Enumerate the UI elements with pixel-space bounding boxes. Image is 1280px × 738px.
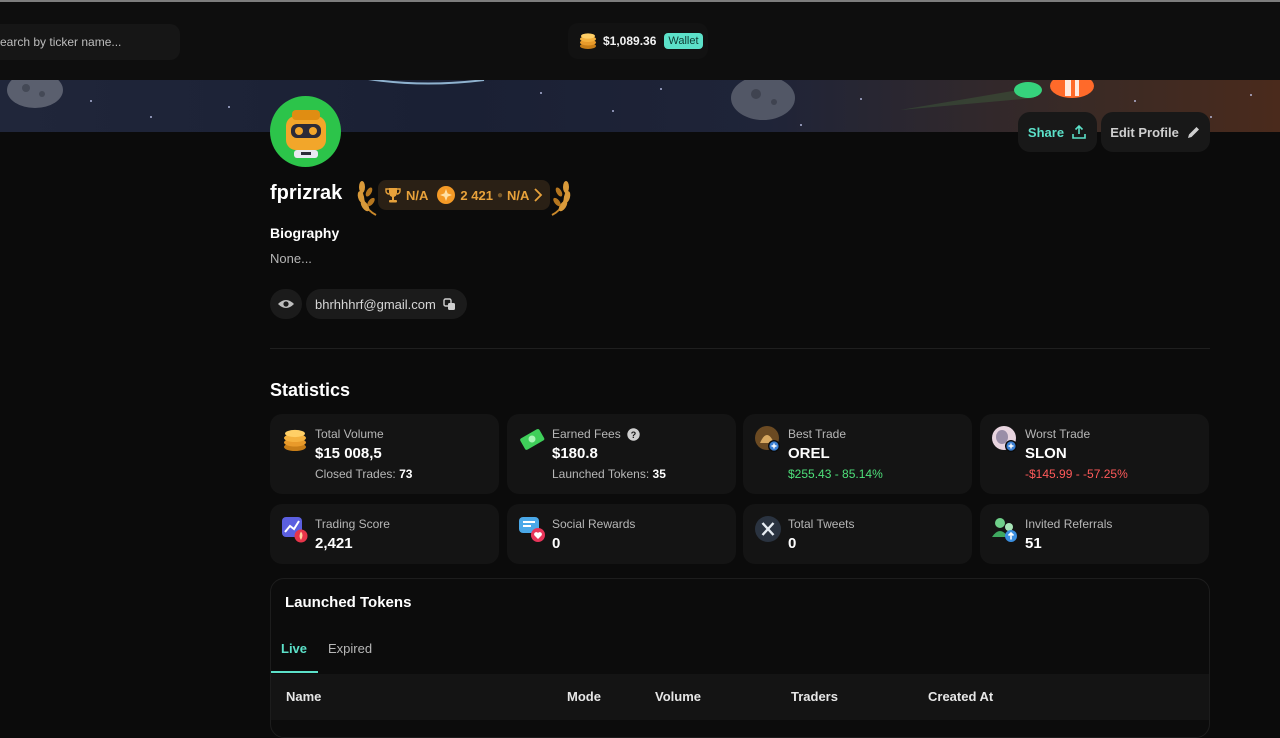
star (860, 98, 862, 100)
star (90, 100, 92, 102)
stat-label: Best Trade (788, 427, 847, 441)
star (228, 106, 230, 108)
column-header-name[interactable]: Name (286, 689, 321, 704)
chart-fire-icon (282, 517, 308, 543)
section-divider (270, 348, 1210, 349)
edit-profile-label: Edit Profile (1110, 124, 1179, 140)
username: fprizrak (270, 182, 343, 204)
stat-card-social-rewards: Social Rewards 0 (507, 504, 736, 564)
stat-card-total-volume: Total Volume $15 008,5 Closed Trades: 73 (270, 414, 499, 494)
star (660, 88, 662, 90)
stat-sub-positive: $255.43 - 85.14% (788, 467, 883, 481)
edit-profile-button[interactable]: Edit Profile (1101, 112, 1210, 152)
svg-text:?: ? (631, 430, 637, 440)
tab-live[interactable]: Live (281, 641, 307, 656)
orbit-line-icon (368, 80, 485, 85)
email-field[interactable]: bhrhhhrf@gmail.com (306, 289, 467, 319)
table-header: Name Mode Volume Traders Created At (271, 674, 1209, 720)
stat-card-worst-trade: Worst Trade SLON -$145.99 - -57.25% (980, 414, 1209, 494)
active-tab-indicator (271, 671, 318, 673)
eye-icon (278, 300, 294, 308)
avatar[interactable] (270, 96, 341, 167)
chevron-right-icon (534, 188, 543, 202)
trophy-rank-value: N/A (406, 187, 429, 203)
rank-pill[interactable]: N/A 2 421 ● N/A (378, 180, 550, 210)
wallet-button[interactable]: Wallet (664, 33, 703, 49)
toggle-visibility-button[interactable] (270, 289, 302, 319)
users-icon (992, 518, 1017, 542)
stat-sub: Launched Tokens: 35 (552, 467, 666, 481)
statistics-heading: Statistics (270, 380, 351, 400)
balance-amount: $1,089.36 (603, 34, 657, 48)
star (150, 116, 152, 118)
chat-heart-icon (519, 517, 545, 542)
stat-card-total-tweets: Total Tweets 0 (743, 504, 972, 564)
stat-card-earned-fees: Earned Fees ? $180.8 Launched Tokens: 35 (507, 414, 736, 494)
launched-tokens-panel: Launched Tokens Live Expired Name Mode V… (270, 578, 1210, 738)
stat-label: Earned Fees ? (552, 427, 640, 441)
star (1210, 116, 1212, 118)
laurel-right-icon (551, 181, 571, 216)
copy-icon[interactable] (443, 297, 456, 311)
top-bar: earch by ticker name... $1,089.36 Wallet (0, 2, 1280, 80)
x-logo-icon (755, 516, 781, 542)
star (800, 124, 802, 126)
stat-label: Trading Score (315, 517, 390, 531)
biography-heading: Biography (270, 225, 340, 241)
asteroid-icon (7, 80, 63, 108)
pencil-icon (1187, 126, 1199, 138)
share-button[interactable]: Share (1018, 112, 1097, 152)
launched-tokens-heading: Launched Tokens (285, 594, 412, 611)
help-icon[interactable]: ? (627, 428, 640, 441)
asteroid-icon (731, 80, 795, 120)
stat-label: Worst Trade (1025, 427, 1091, 441)
coins-icon (580, 33, 596, 49)
tier-value: N/A (506, 187, 530, 203)
stat-value: SLON (1025, 445, 1067, 462)
star (612, 110, 614, 112)
stat-sub-negative: -$145.99 - -57.25% (1025, 467, 1128, 481)
stat-value: 2,421 (315, 535, 353, 552)
biography-text: None... (270, 251, 312, 266)
rank-badge[interactable]: N/A 2 421 ● N/A (356, 177, 572, 217)
star (1134, 100, 1136, 102)
column-header-created-at[interactable]: Created At (928, 689, 993, 704)
coins-icon (284, 429, 306, 451)
wallet-balance[interactable]: $1,089.36 Wallet (568, 23, 708, 59)
stat-label: Total Volume (315, 427, 384, 441)
search-input[interactable]: earch by ticker name... (0, 24, 180, 60)
points-coin-icon (437, 186, 456, 204)
token-avatar-icon (755, 426, 780, 452)
upload-icon (1072, 124, 1086, 139)
share-label: Share (1027, 124, 1065, 140)
stat-value: $15 008,5 (315, 445, 382, 462)
stat-label: Total Tweets (788, 517, 855, 531)
tab-expired[interactable]: Expired (328, 641, 372, 656)
stat-card-invited-referrals: Invited Referrals 51 (980, 504, 1209, 564)
stat-label: Social Rewards (552, 517, 636, 531)
stat-value: 51 (1025, 535, 1042, 552)
column-header-traders[interactable]: Traders (791, 689, 838, 704)
stat-card-trading-score: Trading Score 2,421 (270, 504, 499, 564)
stat-sub: Closed Trades: 73 (315, 467, 413, 481)
points-value: 2 421 (460, 187, 493, 203)
stat-label: Invited Referrals (1025, 517, 1113, 531)
star (1250, 94, 1252, 96)
stat-card-best-trade: Best Trade OREL $255.43 - 85.14% (743, 414, 972, 494)
column-header-mode[interactable]: Mode (567, 689, 601, 704)
column-header-volume[interactable]: Volume (655, 689, 701, 704)
token-avatar-icon (992, 426, 1017, 452)
stat-value: OREL (788, 445, 830, 462)
money-icon (520, 429, 545, 450)
separator-dot: ● (496, 189, 503, 201)
stat-value: 0 (788, 535, 797, 552)
stat-value: 0 (552, 535, 561, 552)
star (540, 92, 542, 94)
stat-value: $180.8 (552, 445, 598, 462)
rocket-icon (900, 80, 1094, 110)
email-text: bhrhhhrf@gmail.com (315, 296, 436, 312)
trophy-icon (385, 188, 401, 203)
